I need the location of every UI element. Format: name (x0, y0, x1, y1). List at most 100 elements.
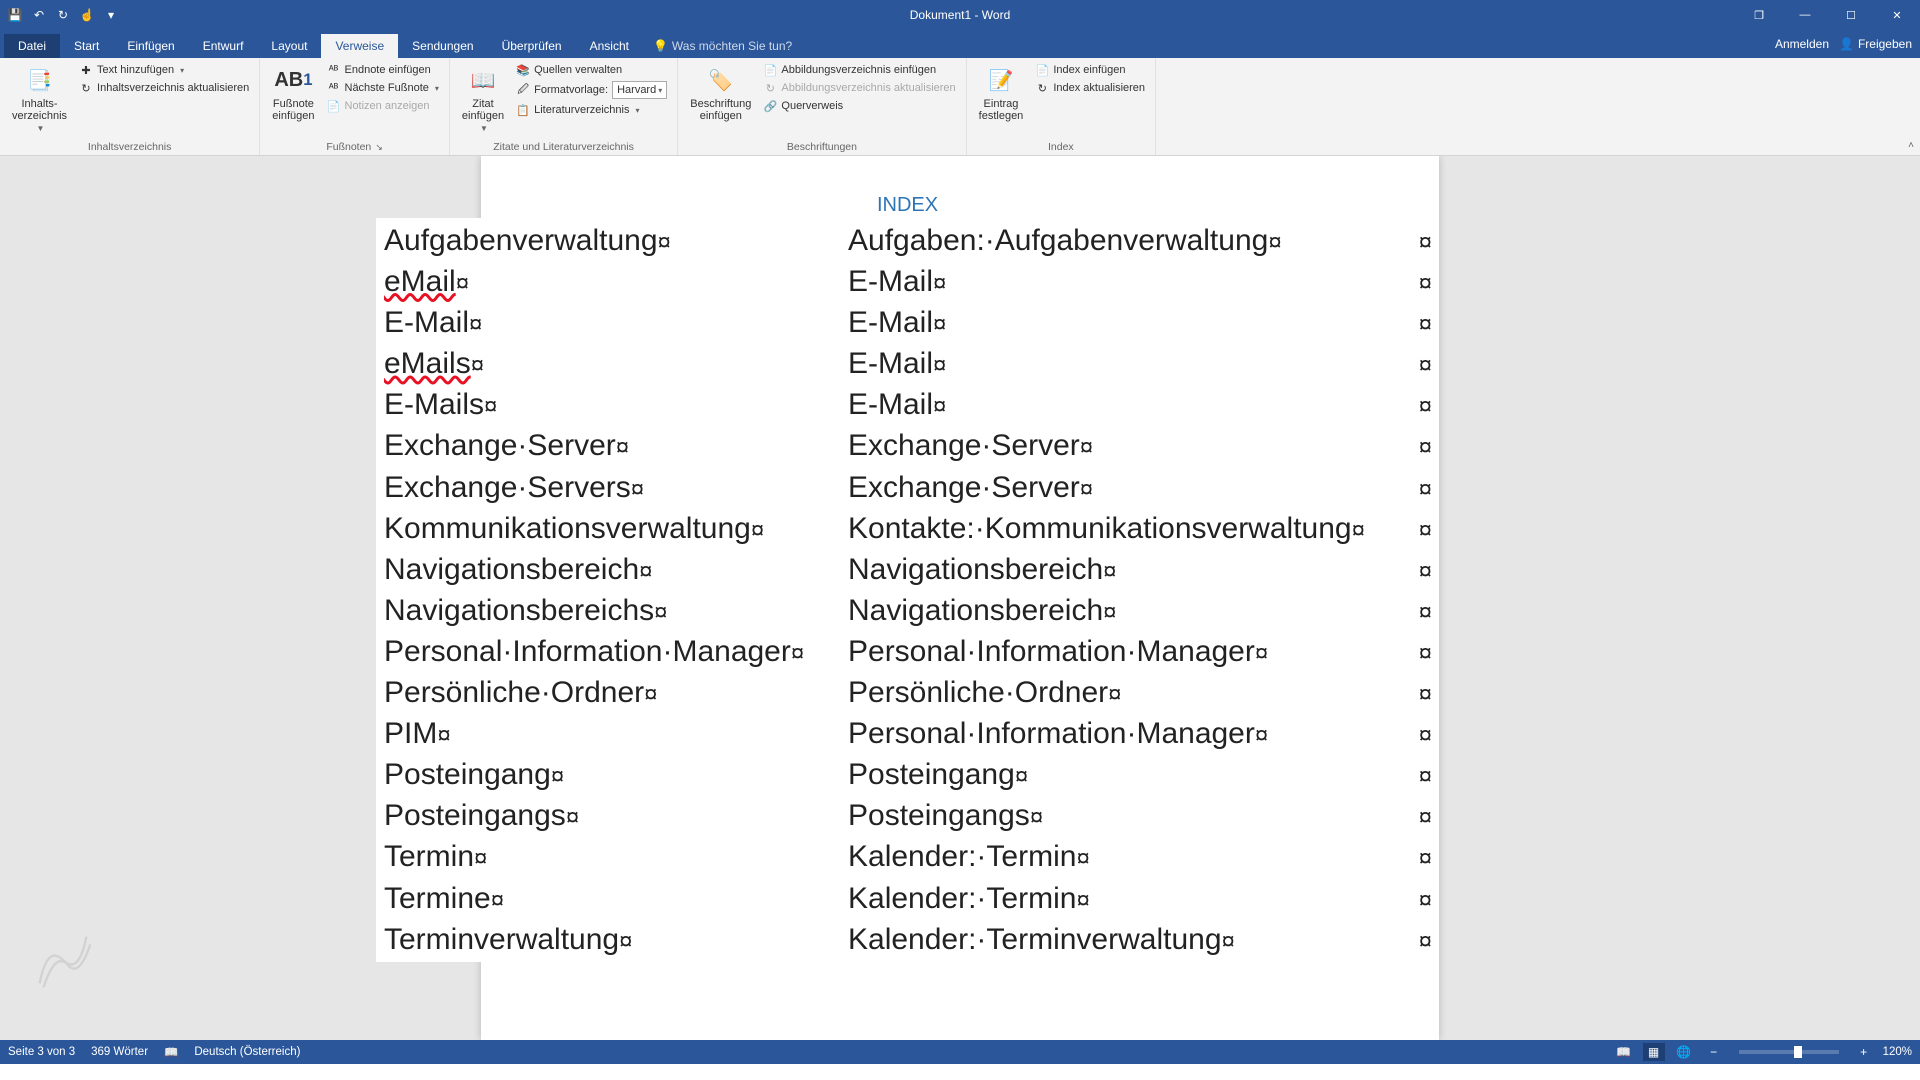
table-row: Aufgabenverwaltung¤Aufgaben:·Aufgabenver… (376, 220, 1439, 261)
show-notes-button: 📄 Notizen anzeigen (325, 98, 441, 114)
style-value[interactable]: Harvard ▾ (612, 81, 667, 99)
undo-icon[interactable]: ↶ (30, 6, 48, 24)
insert-footnote-button[interactable]: AB1 Fußnote einfügen (268, 62, 318, 124)
tab-einfuegen[interactable]: Einfügen (113, 34, 188, 58)
manage-sources-button[interactable]: 📚 Quellen verwalten (514, 62, 669, 78)
update-toc-button[interactable]: ↻ Inhaltsverzeichnis aktualisieren (77, 80, 251, 96)
zoom-in-icon[interactable]: + (1853, 1043, 1875, 1061)
tab-layout[interactable]: Layout (257, 34, 321, 58)
manage-sources-label: Quellen verwalten (534, 64, 622, 76)
ribbon-tabs: Datei Start Einfügen Entwurf Layout Verw… (0, 30, 1920, 58)
tab-sendungen[interactable]: Sendungen (398, 34, 487, 58)
update-icon: ↻ (763, 81, 777, 95)
ribbon-display-icon[interactable]: ❐ (1736, 0, 1782, 30)
tab-start[interactable]: Start (60, 34, 113, 58)
mark-entry-icon: 📝 (985, 64, 1017, 96)
table-row: Termine¤Kalender:·Termin¤¤ (376, 878, 1439, 919)
next-footnote-icon: ᴬᴮ (327, 81, 341, 95)
mark-entry-label: Eintrag festlegen (979, 98, 1024, 122)
toc-button[interactable]: 📑 Inhalts- verzeichnis ▼ (8, 62, 71, 135)
tab-verweise[interactable]: Verweise (321, 34, 398, 58)
style-label: Formatvorlage: (534, 84, 608, 96)
insert-endnote-button[interactable]: ᴬᴮ Endnote einfügen (325, 62, 441, 78)
insert-index-button[interactable]: 📄 Index einfügen (1033, 62, 1147, 78)
share-link[interactable]: 👤 Freigeben (1839, 37, 1912, 51)
index-heading: INDEX (877, 194, 938, 217)
bibliography-button[interactable]: 📋 Literaturverzeichnis ▾ (514, 102, 669, 118)
table-row: Posteingangs¤Posteingangs¤¤ (376, 795, 1439, 836)
chevron-down-icon: ▼ (480, 124, 488, 133)
maximize-icon[interactable]: ☐ (1828, 0, 1874, 30)
watermark-logo (24, 921, 102, 1004)
ribbon: 📑 Inhalts- verzeichnis ▼ ✚ Text hinzufüg… (0, 58, 1920, 156)
qat-customize-icon[interactable]: ▾ (102, 6, 120, 24)
zoom-out-icon[interactable]: − (1703, 1043, 1725, 1061)
close-icon[interactable]: ✕ (1874, 0, 1920, 30)
chevron-down-icon: ▾ (435, 84, 439, 93)
share-icon: 👤 (1839, 37, 1854, 51)
save-icon[interactable]: 💾 (6, 6, 24, 24)
tab-datei[interactable]: Datei (4, 34, 60, 58)
insert-index-label: Index einfügen (1053, 64, 1125, 76)
web-layout-icon[interactable]: 🌐 (1673, 1043, 1695, 1061)
table-row: Persönliche·Ordner¤Persönliche·Ordner¤¤ (376, 672, 1439, 713)
mark-entry-button[interactable]: 📝 Eintrag festlegen (975, 62, 1028, 124)
group-label: Zitate und Literaturverzeichnis (458, 139, 669, 153)
manage-sources-icon: 📚 (516, 63, 530, 77)
bibliography-label: Literaturverzeichnis (534, 104, 629, 116)
table-row: Exchange·Servers¤Exchange·Server¤¤ (376, 467, 1439, 508)
table-row: Termin¤Kalender:·Termin¤¤ (376, 836, 1439, 877)
toc-button-label: Inhalts- verzeichnis (12, 98, 67, 122)
table-row: Exchange·Server¤Exchange·Server¤¤ (376, 425, 1439, 466)
sign-in-link[interactable]: Anmelden (1775, 37, 1829, 51)
touch-mode-icon[interactable]: ☝ (78, 6, 96, 24)
table-row: E-Mails¤E-Mail¤¤ (376, 384, 1439, 425)
table-row: Navigationsbereichs¤Navigationsbereich¤¤ (376, 590, 1439, 631)
update-index-button[interactable]: ↻ Index aktualisieren (1033, 80, 1147, 96)
language-indicator[interactable]: Deutsch (Österreich) (194, 1046, 300, 1058)
show-notes-icon: 📄 (327, 99, 341, 113)
table-row: Navigationsbereich¤Navigationsbereich¤¤ (376, 549, 1439, 590)
document-area[interactable]: INDEX Aufgabenverwaltung¤Aufgaben:·Aufga… (0, 156, 1920, 1040)
redo-icon[interactable]: ↻ (54, 6, 72, 24)
insert-citation-button[interactable]: 📖 Zitat einfügen ▼ (458, 62, 508, 135)
tab-ansicht[interactable]: Ansicht (576, 34, 643, 58)
zoom-slider[interactable] (1739, 1050, 1839, 1054)
read-mode-icon[interactable]: 📖 (1613, 1043, 1635, 1061)
citation-style-select[interactable]: 🖉 Formatvorlage: Harvard ▾ (514, 80, 669, 100)
table-row: eMail¤E-Mail¤¤ (376, 261, 1439, 302)
word-count[interactable]: 369 Wörter (91, 1046, 148, 1058)
add-text-icon: ✚ (79, 63, 93, 77)
share-label: Freigeben (1858, 37, 1912, 51)
dialog-launcher-icon[interactable]: ↘ (375, 142, 383, 153)
page[interactable]: INDEX Aufgabenverwaltung¤Aufgaben:·Aufga… (481, 156, 1439, 1040)
insert-figure-list-button[interactable]: 📄 Abbildungsverzeichnis einfügen (761, 62, 957, 78)
cross-reference-label: Querverweis (781, 100, 843, 112)
zoom-level[interactable]: 120% (1883, 1046, 1912, 1058)
update-index-label: Index aktualisieren (1053, 82, 1145, 94)
update-toc-label: Inhaltsverzeichnis aktualisieren (97, 82, 249, 94)
tell-me-search[interactable]: 💡 Was möchten Sie tun? (643, 34, 802, 58)
update-icon: ↻ (1035, 81, 1049, 95)
chevron-down-icon: ▾ (635, 106, 639, 115)
proofing-icon[interactable]: 📖 (164, 1045, 178, 1059)
collapse-ribbon-icon[interactable]: ˄ (1908, 140, 1914, 151)
chevron-down-icon: ▾ (180, 66, 184, 75)
tab-ueberpruefen[interactable]: Überprüfen (488, 34, 576, 58)
insert-caption-label: Beschriftung einfügen (690, 98, 751, 122)
cross-reference-button[interactable]: 🔗 Querverweis (761, 98, 957, 114)
tab-entwurf[interactable]: Entwurf (189, 34, 258, 58)
add-text-button[interactable]: ✚ Text hinzufügen ▾ (77, 62, 251, 78)
table-row: PIM¤Personal·Information·Manager¤¤ (376, 713, 1439, 754)
group-fussnoten: AB1 Fußnote einfügen ᴬᴮ Endnote einfügen… (260, 58, 450, 155)
page-indicator[interactable]: Seite 3 von 3 (8, 1046, 75, 1058)
insert-caption-button[interactable]: 🏷️ Beschriftung einfügen (686, 62, 755, 124)
group-index: 📝 Eintrag festlegen 📄 Index einfügen ↻ I… (967, 58, 1156, 155)
next-footnote-button[interactable]: ᴬᴮ Nächste Fußnote ▾ (325, 80, 441, 96)
print-layout-icon[interactable]: ▦ (1643, 1043, 1665, 1061)
next-footnote-label: Nächste Fußnote (345, 82, 429, 94)
update-figure-list-label: Abbildungsverzeichnis aktualisieren (781, 82, 955, 94)
group-inhaltsverzeichnis: 📑 Inhalts- verzeichnis ▼ ✚ Text hinzufüg… (0, 58, 260, 155)
minimize-icon[interactable]: — (1782, 0, 1828, 30)
style-icon: 🖉 (516, 83, 530, 97)
